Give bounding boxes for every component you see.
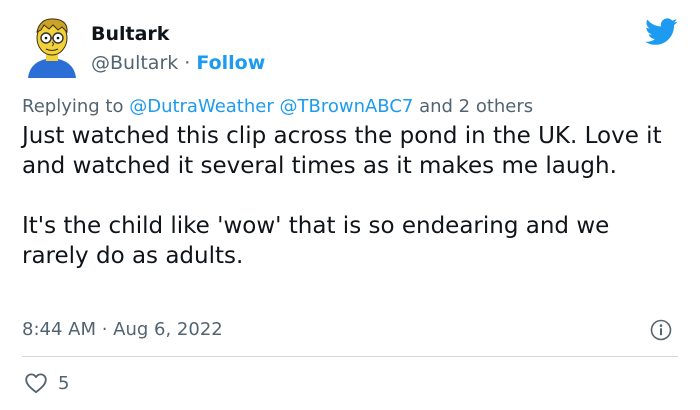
twitter-bird-icon[interactable] (645, 18, 678, 46)
display-name[interactable]: Bultark (91, 21, 265, 47)
tweet-paragraph-2: It's the child like 'wow' that is so end… (22, 213, 610, 269)
handle-row: @Bultark · Follow (91, 50, 265, 76)
mention-tbrownabc7[interactable]: @TBrownABC7 (279, 96, 413, 117)
tweet-card: Bultark @Bultark · Follow Replying to @D… (0, 0, 700, 410)
avatar-image (28, 18, 76, 78)
user-handle[interactable]: @Bultark (91, 52, 178, 74)
follow-button[interactable]: Follow (196, 52, 265, 74)
tweet-timestamp[interactable]: 8:44 AM · Aug 6, 2022 (22, 318, 223, 342)
mention-dutraweather[interactable]: @DutraWeather (129, 96, 274, 117)
replying-to-prefix: Replying to (22, 96, 130, 117)
tweet-paragraph-1: Just watched this clip across the pond i… (22, 123, 662, 179)
heart-icon[interactable] (24, 372, 48, 394)
replying-to-line: Replying to @DutraWeather @TBrownABC7 an… (22, 95, 533, 119)
tweet-text: Just watched this clip across the pond i… (22, 121, 682, 271)
info-icon[interactable] (650, 319, 672, 341)
replying-to-suffix: and 2 others (413, 96, 534, 117)
divider (22, 356, 678, 357)
like-count: 5 (58, 372, 70, 394)
like-action: 5 (24, 372, 69, 394)
avatar[interactable] (22, 14, 82, 78)
separator-dot: · (178, 52, 197, 74)
user-info: Bultark @Bultark · Follow (91, 21, 265, 76)
